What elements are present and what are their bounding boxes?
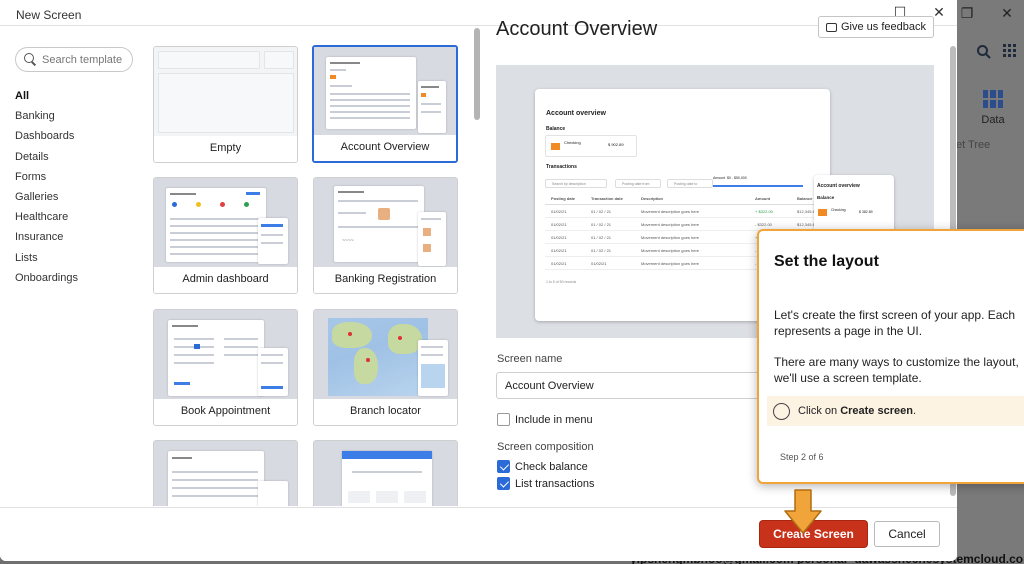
preview-amount-label: Amount [713,176,726,180]
template-card-partial[interactable] [153,440,298,506]
template-grid: Empty Account Overview Admin dashboard ~… [143,36,473,506]
preview-search-placeholder: Search by description [552,182,586,186]
category-dashboards[interactable]: Dashboards [15,128,78,148]
search-icon[interactable] [974,44,994,64]
screen-name-input[interactable] [496,372,766,399]
template-label: Branch locator [314,399,457,425]
task-text: Click on Create screen. [798,405,917,417]
template-label: Empty [154,136,297,162]
list-transactions-checkbox[interactable] [497,477,510,490]
preview-pagination: 1 to 5 of 50 records [546,280,577,284]
side-checking-icon [818,209,827,216]
check-balance-label: Check balance [515,460,588,473]
checking-label: Checking [564,140,581,145]
data-tab-label: Data [981,114,1005,126]
check-balance-row[interactable]: Check balance [497,460,588,473]
template-card-branch-locator[interactable]: Branch locator [313,309,458,426]
feedback-label: Give us feedback [841,21,926,33]
template-card-partial[interactable] [313,440,458,506]
popover-paragraph-1: Let's create the first screen of your ap… [774,308,1016,338]
preview-title: Account Overview [496,18,658,40]
category-list: All Banking Dashboards Details Forms Gal… [15,88,78,290]
template-thumbnail: ~~~~ [314,178,457,268]
list-transactions-label: List transactions [515,477,595,490]
template-thumbnail [154,310,297,400]
category-onboardings[interactable]: Onboardings [15,270,78,290]
preview-from-placeholder: Posting date from [622,182,650,186]
template-thumbnail [154,178,297,268]
preview-side-heading: Account overview [817,183,860,189]
onboarding-popover: Set the layout Let's create the first sc… [757,229,1024,484]
preview-table-row: 01/02/21 01 / 02 / 21 Movement description… [545,206,820,218]
map-preview [328,318,428,396]
chat-bubble-icon [826,22,837,32]
category-banking[interactable]: Banking [15,108,78,128]
template-label: Banking Registration [314,267,457,293]
popover-title: Set the layout [774,253,879,270]
cancel-button[interactable]: Cancel [874,521,940,547]
template-thumbnail [314,310,457,400]
restore-window-icon[interactable]: ❐ [956,4,978,22]
preview-heading: Account overview [546,110,606,117]
template-label: Account Overview [314,135,456,161]
template-thumbnail [154,441,297,506]
template-card-account-overview[interactable]: Account Overview [312,45,458,163]
category-insurance[interactable]: Insurance [15,229,78,249]
popover-paragraph-2: There are many ways to customize the lay… [774,355,1019,385]
side-checking-amount: $ 382.89 [859,210,873,214]
search-icon [24,53,37,66]
include-in-menu-label: Include in menu [515,413,593,426]
template-label: Admin dashboard [154,267,297,293]
down-arrow-icon [784,489,822,534]
template-card-empty[interactable]: Empty [153,46,298,163]
template-card-admin-dashboard[interactable]: Admin dashboard [153,177,298,294]
template-thumbnail [314,47,456,137]
popover-step-indicator: Step 2 of 6 [780,452,824,462]
preview-to-placeholder: Posting date to [674,182,698,186]
preview-table-header: Posting date Transaction date Descriptio… [545,193,820,205]
apps-grid-icon[interactable] [1000,44,1020,64]
template-label: Book Appointment [154,399,297,425]
category-forms[interactable]: Forms [15,169,78,189]
feedback-button[interactable]: Give us feedback [818,16,934,38]
popover-task[interactable]: Click on Create screen. [767,396,1024,426]
side-checking-label: Checking [831,208,846,212]
dialog-header: New Screen ☐ ✕ [0,0,957,26]
category-all[interactable]: All [15,88,78,108]
screen-composition-label: Screen composition [497,441,594,453]
preview-balance-label: Balance [546,126,566,132]
search-input[interactable] [42,53,132,66]
template-thumbnail [154,47,297,137]
data-grid-icon [983,90,1003,108]
category-galleries[interactable]: Galleries [15,189,78,209]
data-tab[interactable]: Data [968,90,1018,126]
include-in-menu-row[interactable]: Include in menu [497,413,593,426]
template-scrollbar[interactable] [474,28,480,120]
task-status-circle-icon [773,402,790,420]
preview-amount-range: $0 - $50,000 [727,176,747,180]
element-tree-label: et Tree [956,139,991,151]
template-thumbnail [314,441,457,506]
screen-name-label: Screen name [497,353,563,365]
check-balance-checkbox[interactable] [497,460,510,473]
category-lists[interactable]: Lists [15,250,78,270]
checking-card-icon [551,143,560,150]
checking-amount: $ 902.89 [608,142,624,147]
include-in-menu-checkbox[interactable] [497,413,510,426]
template-card-banking-registration[interactable]: ~~~~ Banking Registration [313,177,458,294]
close-window-icon[interactable]: ✕ [996,4,1018,22]
template-card-book-appointment[interactable]: Book Appointment [153,309,298,426]
category-healthcare[interactable]: Healthcare [15,209,78,229]
preview-side-balance: Balance [817,195,835,200]
dialog-title: New Screen [16,8,82,22]
category-details[interactable]: Details [15,149,78,169]
transactions-label: Transactions [546,164,577,170]
list-transactions-row[interactable]: List transactions [497,477,594,490]
template-search[interactable] [15,47,133,72]
